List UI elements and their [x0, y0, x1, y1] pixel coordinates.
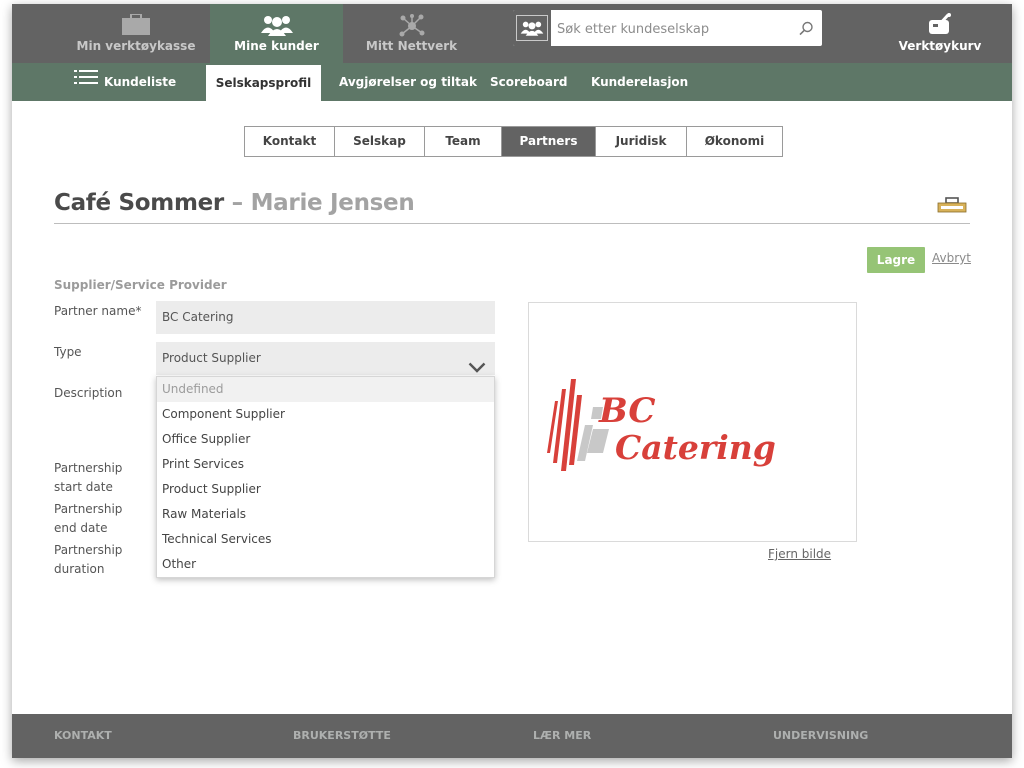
subnav-label: Avgjørelser og tiltak [339, 75, 477, 89]
tab-juridisk[interactable]: Juridisk [596, 127, 687, 156]
company-name: Café Sommer [54, 190, 224, 216]
type-option-office-supplier[interactable]: Office Supplier [157, 427, 494, 452]
contact-person-name: Marie Jensen [250, 190, 415, 216]
subnav-avgjorelser[interactable]: Avgjørelser og tiltak [339, 63, 477, 101]
footer-laer-mer[interactable]: LÆR MER [533, 714, 591, 758]
cancel-link[interactable]: Avbryt [932, 251, 971, 265]
label-line: Partnership [54, 502, 123, 516]
logo-text-catering: Catering [615, 428, 776, 467]
type-select[interactable]: Product Supplier [156, 342, 495, 375]
start-date-label: Partnership start date [54, 459, 122, 497]
subnav-label: Selskapsprofil [215, 76, 312, 90]
subnav-selskapsprofil[interactable]: Selskapsprofil [206, 65, 321, 101]
partner-logo-box: BC Catering [528, 302, 857, 542]
footer-undervisning[interactable]: UNDERVISNING [773, 714, 868, 758]
tab-selskap[interactable]: Selskap [335, 127, 425, 156]
title-divider [54, 223, 970, 224]
save-button[interactable]: Lagre [867, 247, 925, 273]
type-option-print-services[interactable]: Print Services [157, 452, 494, 477]
network-icon [398, 14, 426, 41]
basket-icon [928, 13, 952, 38]
type-label: Type [54, 345, 82, 359]
label-line: Partnership [54, 461, 123, 475]
nav-label: Mine kunder [234, 39, 319, 53]
search-input[interactable] [555, 10, 795, 46]
type-dropdown-menu: Undefined Component Supplier Office Supp… [156, 376, 495, 578]
people-search-icon [513, 10, 551, 46]
subnav-kundeliste[interactable]: Kundeliste [74, 63, 176, 101]
nav-label: Mitt Nettverk [365, 39, 458, 53]
tab-team[interactable]: Team [425, 127, 502, 156]
search-icon[interactable] [799, 21, 814, 40]
end-date-label: Partnership end date [54, 500, 122, 538]
top-bar: Min verktøykasse Mine kunder Mitt Nettve… [12, 4, 1012, 63]
description-label: Description [54, 386, 123, 400]
subnav-label: Kundeliste [104, 75, 177, 89]
partner-logo: BC Catering [547, 379, 776, 471]
type-option-component-supplier[interactable]: Component Supplier [157, 402, 494, 427]
nav-label: Verktøykurv [898, 39, 982, 53]
company-search [513, 10, 822, 46]
footer-brukerstotte[interactable]: BRUKERSTØTTE [293, 714, 391, 758]
page-title: Café Sommer – Marie Jensen [54, 190, 415, 216]
label-line: start date [54, 480, 113, 494]
remove-image-link[interactable]: Fjern bilde [768, 547, 831, 561]
subnav-kunderelasjon[interactable]: Kunderelasjon [591, 63, 688, 101]
type-option-product-supplier[interactable]: Product Supplier [157, 477, 494, 502]
type-option-raw-materials[interactable]: Raw Materials [157, 502, 494, 527]
type-option-other[interactable]: Other [157, 552, 494, 577]
nav-verktoykurv[interactable]: Verktøykurv [890, 4, 990, 63]
label-line: duration [54, 562, 105, 576]
tab-kontakt[interactable]: Kontakt [245, 127, 335, 156]
briefcase-icon[interactable] [937, 197, 967, 217]
partner-name-label: Partner name* [54, 304, 142, 318]
type-option-technical-services[interactable]: Technical Services [157, 527, 494, 552]
label-line: Partnership [54, 543, 123, 557]
section-title: Supplier/Service Provider [54, 278, 227, 292]
nav-min-verktoykasse[interactable]: Min verktøykasse [64, 4, 208, 63]
duration-label: Partnership duration [54, 541, 122, 579]
nav-label: Min verktøykasse [76, 39, 196, 53]
people-icon [260, 14, 294, 39]
nav-mitt-nettverk[interactable]: Mitt Nettverk [345, 4, 478, 63]
list-icon [74, 62, 98, 100]
subnav-label: Scoreboard [490, 75, 568, 89]
subnav-scoreboard[interactable]: Scoreboard [490, 63, 568, 101]
profile-tabs: Kontakt Selskap Team Partners Juridisk Ø… [244, 126, 783, 157]
partner-name-input[interactable]: BC Catering [156, 301, 495, 334]
toolbox-icon [121, 13, 151, 39]
footer-kontakt[interactable]: KONTAKT [54, 714, 112, 758]
app-window: Min verktøykasse Mine kunder Mitt Nettve… [12, 4, 1012, 758]
subnav-label: Kunderelasjon [591, 75, 689, 89]
tab-okonomi[interactable]: Økonomi [687, 127, 782, 156]
type-selected-value: Product Supplier [162, 351, 261, 365]
tab-partners[interactable]: Partners [502, 127, 596, 156]
logo-text-bc: BC [598, 391, 655, 431]
footer: KONTAKT BRUKERSTØTTE LÆR MER UNDERVISNIN… [12, 714, 1012, 758]
sub-nav: Kundeliste Selskapsprofil Avgjørelser og… [12, 63, 1012, 101]
nav-mine-kunder[interactable]: Mine kunder [210, 4, 343, 63]
label-line: end date [54, 521, 108, 535]
title-separator: – [231, 190, 244, 216]
type-option-undefined[interactable]: Undefined [157, 377, 494, 402]
